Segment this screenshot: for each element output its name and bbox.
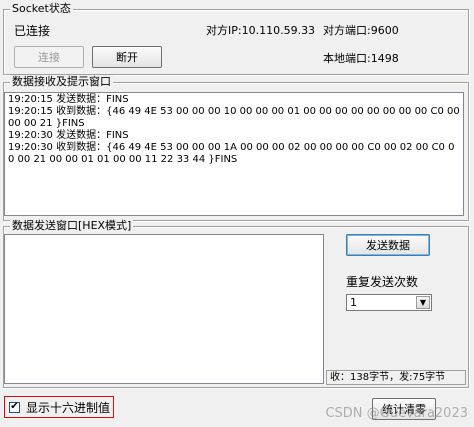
send-group-title: 数据发送窗口[HEX模式]: [10, 219, 134, 233]
transfer-stats-text: 收：138字节，发:75字节: [330, 372, 446, 383]
repeat-count-select[interactable]: 1 ▼: [346, 294, 432, 311]
log-line: 19:20:30 发送数据：FINS: [8, 130, 129, 141]
hex-display-option[interactable]: ✔ 显示十六进制值: [4, 396, 114, 418]
receive-log-textarea[interactable]: 19:20:15 发送数据：FINS 19:20:15 收到数据：{46 49 …: [4, 92, 464, 216]
repeat-count-label: 重复发送次数: [346, 275, 419, 289]
remote-ip-label: 对方IP:10.110.59.33: [206, 24, 316, 37]
chevron-down-icon[interactable]: ▼: [416, 296, 430, 309]
disconnect-button[interactable]: 断开: [92, 46, 162, 68]
repeat-count-value: 1: [350, 296, 357, 309]
local-port-label: 本地端口:1498: [323, 52, 399, 65]
watermark: CSDN @Guevara2023: [325, 406, 468, 421]
send-data-button[interactable]: 发送数据: [346, 234, 430, 256]
transfer-stats: 收：138字节，发:75字节: [326, 370, 466, 385]
log-line: 19:20:30 收到数据：{46 49 4E 53 00 00 00 1A 0…: [8, 142, 455, 165]
send-data-input[interactable]: [4, 234, 324, 384]
hex-display-checkbox[interactable]: ✔: [9, 401, 20, 413]
connection-status: 已连接: [14, 24, 51, 38]
remote-port-label: 对方端口:9600: [323, 24, 399, 37]
log-line: 19:20:15 发送数据：FINS: [8, 94, 129, 105]
receive-log-title: 数据接收及提示窗口: [10, 75, 113, 89]
socket-status-title: Socket状态: [10, 2, 73, 16]
hex-display-label: 显示十六进制值: [26, 400, 111, 415]
connect-button[interactable]: 连接: [14, 46, 84, 68]
log-line: 19:20:15 收到数据：{46 49 4E 53 00 00 00 10 0…: [8, 106, 463, 129]
